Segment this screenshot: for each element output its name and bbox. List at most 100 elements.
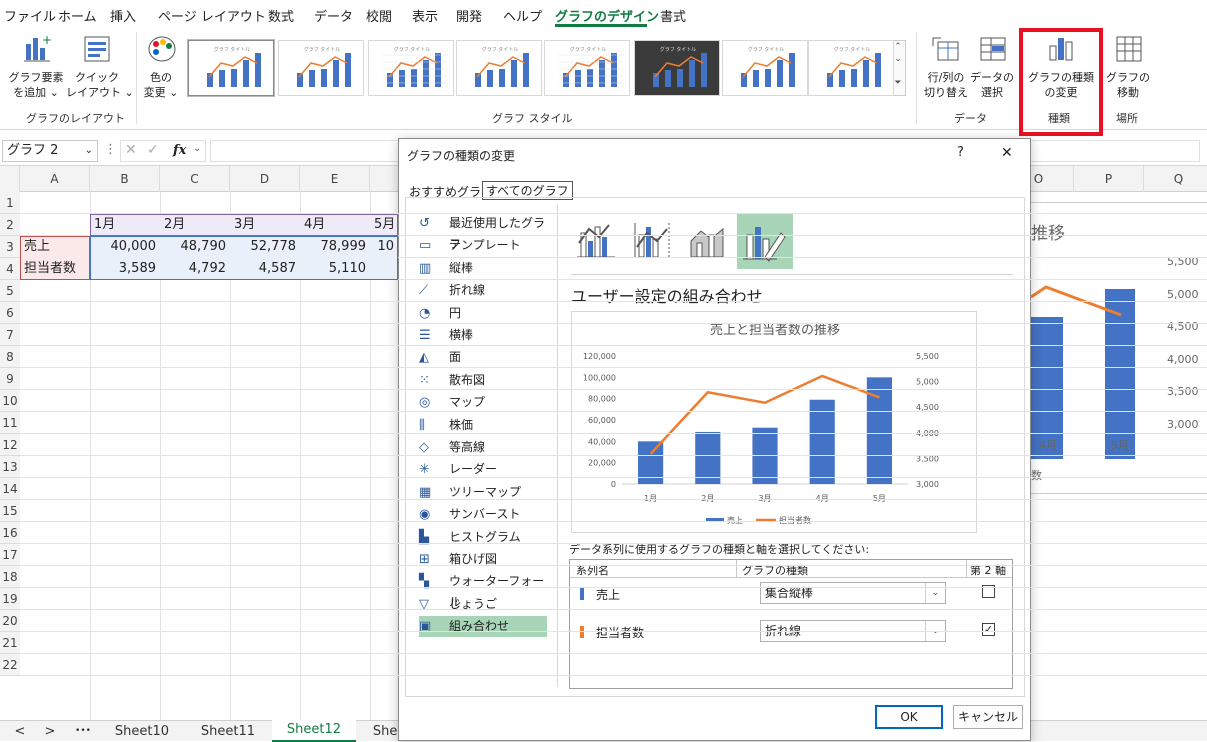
switch-row-column-button[interactable]: 行/列の切り替え	[920, 70, 972, 100]
row-header[interactable]: 15	[0, 500, 20, 522]
chart-style-thumb-3[interactable]: グラフ タイトル	[368, 40, 454, 96]
row-header[interactable]: 20	[0, 610, 20, 632]
chart-type-16[interactable]: ▚ウォーターフォール	[419, 571, 547, 592]
sheet-tab-sheet10[interactable]: Sheet10	[100, 721, 184, 742]
chart-type-5[interactable]: ☰横棒	[419, 325, 547, 346]
month-cell[interactable]: 1月	[90, 214, 160, 236]
row-header[interactable]: 4	[0, 258, 20, 280]
row-header[interactable]: 11	[0, 412, 20, 434]
row-header[interactable]: 6	[0, 302, 20, 324]
chart-style-thumb-6[interactable]: グラフ タイトル	[634, 40, 720, 96]
sales-value-cell[interactable]: 78,999	[300, 236, 370, 258]
staff-label-cell[interactable]: 担当者数	[20, 258, 90, 280]
chart-type-13[interactable]: ◉サンバースト	[419, 504, 547, 525]
move-chart-icon[interactable]	[1114, 34, 1144, 64]
quick-layout-icon[interactable]	[82, 34, 112, 64]
chart-type-2[interactable]: ▥縦棒	[419, 258, 547, 279]
row-header[interactable]: 21	[0, 632, 20, 654]
function-icon[interactable]: fx	[173, 143, 186, 158]
quick-layout-button[interactable]: クイックレイアウト ⌄	[66, 70, 128, 100]
sheet-tab-sheet11[interactable]: Sheet11	[186, 721, 270, 742]
column-header[interactable]: D	[230, 166, 300, 192]
row-header[interactable]: 12	[0, 434, 20, 456]
sheet-tab-sheet12[interactable]: Sheet12	[272, 719, 356, 742]
chart-type-15[interactable]: ⊞箱ひげ図	[419, 549, 547, 570]
chart-type-3[interactable]: ⟋折れ線	[419, 280, 547, 301]
select-data-icon[interactable]	[978, 34, 1010, 64]
chart-style-thumb-4[interactable]: グラフ タイトル	[456, 40, 542, 96]
change-color-button[interactable]: 色の変更 ⌄	[138, 70, 184, 100]
staff-value-cell[interactable]: 4,792	[160, 258, 230, 280]
help-button[interactable]: ?	[957, 145, 964, 160]
column-header[interactable]: B	[90, 166, 160, 192]
cancel-button[interactable]: キャンセル	[953, 705, 1023, 729]
menu-item-2[interactable]: 挿入	[110, 6, 136, 25]
chevron-down-icon[interactable]: ⌄	[193, 143, 201, 154]
tab-nav-more[interactable]: •••	[72, 721, 94, 742]
row-header[interactable]: 16	[0, 522, 20, 544]
menu-item-3[interactable]: ページ レイアウト	[158, 6, 266, 25]
chart-style-thumb-1[interactable]: グラフ タイトル	[188, 40, 274, 96]
ok-button[interactable]: OK	[875, 705, 943, 729]
chart-type-17[interactable]: ▽じょうご	[419, 594, 547, 615]
column-header[interactable]: C	[160, 166, 230, 192]
menu-item-4[interactable]: 数式	[268, 6, 294, 25]
row-header[interactable]: 3	[0, 236, 20, 258]
chart-style-thumb-8[interactable]: グラフ タイトル	[808, 40, 894, 96]
menu-item-7[interactable]: 表示	[412, 6, 438, 25]
menu-item-6[interactable]: 校閲	[366, 6, 392, 25]
month-cell[interactable]: 3月	[230, 214, 300, 236]
row-header[interactable]: 10	[0, 390, 20, 412]
row-header[interactable]: 8	[0, 346, 20, 368]
add-chart-element-icon[interactable]: +	[22, 34, 52, 64]
chart-type-6[interactable]: ◭面	[419, 347, 547, 368]
row-header[interactable]: 22	[0, 654, 20, 676]
row-header[interactable]: 18	[0, 566, 20, 588]
column-header[interactable]: A	[20, 166, 90, 192]
menu-item-1[interactable]: ホーム	[58, 6, 97, 25]
switch-row-column-icon[interactable]	[930, 34, 962, 64]
tab-nav-next[interactable]: >	[42, 721, 58, 742]
month-cell[interactable]: 5月	[370, 214, 440, 236]
row-header[interactable]: 9	[0, 368, 20, 390]
select-data-button[interactable]: データの選択	[968, 70, 1016, 100]
chart-type-1[interactable]: ▭テンプレート	[419, 235, 547, 256]
sales-value-cell[interactable]: 52,778	[230, 236, 300, 258]
chart-type-4[interactable]: ◔円	[419, 303, 547, 324]
tab-nav-prev[interactable]: <	[12, 721, 28, 742]
chart-type-7[interactable]: ⁙散布図	[419, 370, 547, 391]
chart-type-14[interactable]: ▙ヒストグラム	[419, 527, 547, 548]
menu-item-10[interactable]: グラフのデザイン	[555, 6, 659, 25]
menu-item-11[interactable]: 書式	[660, 6, 686, 25]
cancel-icon[interactable]: ✕	[125, 142, 137, 158]
palette-icon[interactable]	[146, 34, 178, 64]
add-chart-element-button[interactable]: グラフ要素を追加 ⌄	[6, 70, 66, 100]
staff-value-cell[interactable]: 4,587	[230, 258, 300, 280]
chevron-down-icon[interactable]: ⌄	[85, 141, 93, 161]
select-all-corner[interactable]	[0, 166, 20, 192]
sales-label-cell[interactable]: 売上	[20, 236, 90, 258]
menu-item-0[interactable]: ファイル	[4, 6, 56, 25]
sales-value-cell[interactable]: 48,790	[160, 236, 230, 258]
row-header[interactable]: 14	[0, 478, 20, 500]
chart-style-thumb-5[interactable]: グラフ タイトル	[544, 40, 630, 96]
row-header[interactable]: 2	[0, 214, 20, 236]
row-header[interactable]: 1	[0, 192, 20, 214]
chevron-down-icon[interactable]: ⌄	[925, 583, 945, 603]
column-header[interactable]: E	[300, 166, 370, 192]
row-header[interactable]: 5	[0, 280, 20, 302]
menu-item-5[interactable]: データ	[314, 6, 353, 25]
menu-item-8[interactable]: 開発	[456, 6, 482, 25]
sales-value-cell[interactable]: 40,000	[90, 236, 160, 258]
row-header[interactable]: 7	[0, 324, 20, 346]
menu-item-9[interactable]: ヘルプ	[503, 6, 542, 25]
chart-style-thumb-7[interactable]: グラフ タイトル	[722, 40, 808, 96]
row-header[interactable]: 17	[0, 544, 20, 566]
month-cell[interactable]: 2月	[160, 214, 230, 236]
month-cell[interactable]: 4月	[300, 214, 370, 236]
row-header[interactable]: 13	[0, 456, 20, 478]
subtype-custom-combination[interactable]	[737, 213, 793, 269]
background-chart[interactable]: 推移 4月 5月 数 5,5005,0004,5004,0003,5003,00…	[1031, 202, 1207, 494]
check-icon[interactable]: ✓	[147, 142, 159, 158]
staff-value-cell[interactable]: 3,589	[90, 258, 160, 280]
